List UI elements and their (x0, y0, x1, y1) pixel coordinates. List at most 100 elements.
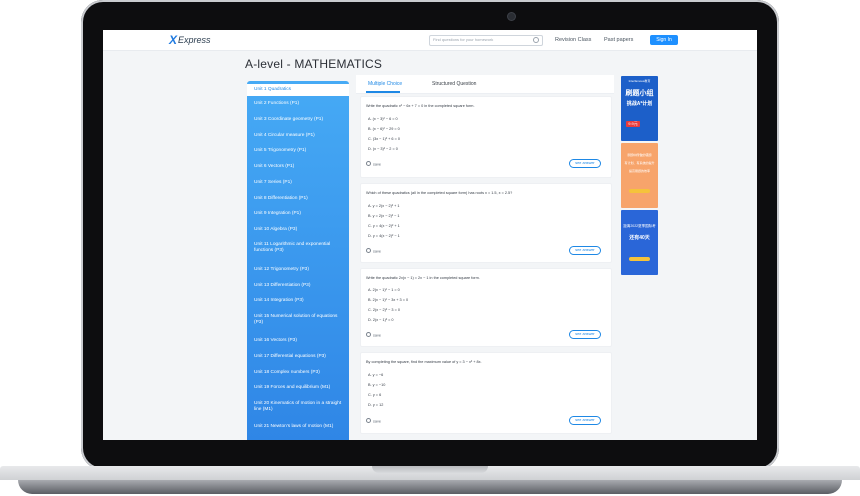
sign-in-button[interactable]: Sign In (650, 35, 678, 45)
see-answer-button[interactable]: see answer (569, 246, 601, 255)
sidebar-item-unit-11[interactable]: Unit 11 Logarithmic and exponential func… (247, 239, 349, 259)
question-type-tabs: Multiple Choice Structured Question (356, 75, 614, 94)
sidebar-item-label: Unit 13 Differentiation (P3) (254, 283, 311, 288)
see-answer-button[interactable]: see answer (569, 416, 601, 425)
save-button[interactable]: save (366, 161, 381, 167)
ad-line-3: 提高刷题的效率 (628, 169, 650, 173)
option-c[interactable]: C. y = 4(x − 2)² + 1 (368, 224, 400, 228)
nav-past-papers[interactable]: Past papers (604, 37, 633, 43)
option-c[interactable]: C. 2(x − 2)² − 3 = 0 (368, 308, 400, 312)
option-a[interactable]: A. y = 2(x − 2)² + 1 (368, 204, 400, 208)
sidebar-item-label: Unit 14 Integration (P3) (254, 298, 304, 303)
sidebar-item-unit-9[interactable]: Unit 9 Integration (P1) (247, 208, 349, 220)
save-icon (366, 248, 371, 253)
sidebar-item-unit-2[interactable]: Unit 2 Functions (P1) (247, 98, 349, 110)
question-text: By completing the square, find the maxim… (366, 360, 482, 364)
ad-headline: 刷题小组 (625, 90, 654, 97)
top-navbar: X Express Find questions for your homewo… (103, 30, 757, 51)
sidebar-item-unit-7[interactable]: Unit 7 Series (P1) (247, 177, 349, 189)
sidebar-item-label: Unit 7 Series (P1) (254, 180, 292, 185)
sidebar-item-label: Unit 2 Functions (P1) (254, 101, 300, 106)
sidebar-item-unit-21[interactable]: Unit 21 Newton's laws of motion (M1) (247, 421, 349, 440)
browser-screen: X Express Find questions for your homewo… (103, 30, 757, 440)
sidebar-item-unit-14[interactable]: Unit 14 Integration (P3) (247, 295, 349, 307)
option-a[interactable]: A. (x − 3)² − 6 = 0 (368, 117, 398, 121)
sidebar-item-unit-18[interactable]: Unit 18 Complex numbers (P3) (247, 367, 349, 379)
logo-text: Express (178, 35, 211, 45)
save-label: save (373, 249, 382, 254)
search-icon[interactable] (533, 37, 539, 43)
question-card: Write the quadratic x² − 6x + 7 = 0 in t… (360, 96, 612, 178)
sidebar-item-unit-5[interactable]: Unit 5 Trigonometry (P1) (247, 145, 349, 157)
tab-structured-question[interactable]: Structured Question (432, 81, 476, 87)
option-d[interactable]: D. 2(x − 1)² = 0 (368, 318, 394, 322)
see-answer-button[interactable]: see answer (569, 330, 601, 339)
sidebar-item-unit-3[interactable]: Unit 3 Coordinate geometry (P1) (247, 114, 349, 126)
sidebar-item-unit-20[interactable]: Unit 20 Kinematics of motion in a straig… (247, 398, 349, 418)
sidebar-item-unit-4[interactable]: Unit 4 Circular measure (P1) (247, 130, 349, 142)
ad-line-2: 还有40天 (629, 235, 650, 241)
ad-banner-error-review[interactable]: 刷题中所做的错题 有计划、有系统的提升 提高刷题的效率 (621, 143, 658, 208)
search-input[interactable]: Find questions for your homework (429, 35, 543, 46)
sidebar-item-unit-15[interactable]: Unit 15 Numerical solution of equations … (247, 311, 349, 331)
sidebar-item-unit-19[interactable]: Unit 19 Forces and equilibrium (M1) (247, 382, 349, 394)
page-title: A-level - MATHEMATICS (245, 57, 383, 71)
sidebar-item-label: Unit 15 Numerical solution of equations … (254, 314, 338, 326)
nav-revision-class[interactable]: Revision Class (555, 37, 591, 43)
sidebar-item-unit-16[interactable]: Unit 16 Vectors (P3) (247, 335, 349, 347)
laptop-base-top (0, 466, 860, 480)
webcam-icon (508, 13, 515, 20)
option-c[interactable]: C. y = 6 (368, 393, 381, 397)
laptop-base-bottom (18, 480, 842, 494)
option-d[interactable]: D. y = 4(x − 2)² − 1 (368, 234, 400, 238)
see-answer-button[interactable]: see answer (569, 159, 601, 168)
option-d[interactable]: D. y = 12 (368, 403, 383, 407)
option-b[interactable]: B. (x − 6)² − 29 = 0 (368, 127, 400, 131)
save-icon (366, 418, 371, 423)
logo-mark: X (169, 33, 178, 47)
option-b[interactable]: B. y = −10 (368, 383, 385, 387)
save-button[interactable]: save (366, 248, 381, 254)
sidebar-item-label: Unit 6 Vectors (P1) (254, 164, 295, 169)
sidebar-item-unit-13[interactable]: Unit 13 Differentiation (P3) (247, 280, 349, 292)
ad-banner-exam-countdown[interactable]: 距离2022夏季国际考 还有40天 (621, 210, 658, 275)
option-b[interactable]: B. y = 2(x − 2)² − 1 (368, 214, 400, 218)
ad-line-1: 距离2022夏季国际考 (623, 224, 656, 228)
ad-cta (629, 189, 650, 193)
option-d[interactable]: D. (x − 3)² − 2 = 0 (368, 147, 398, 151)
sidebar-item-label: Unit 1 Quadratics (254, 87, 292, 92)
sidebar-item-label: Unit 12 Trigonometry (P3) (254, 267, 309, 272)
ad-banner-practice-group[interactable]: Interfamous教育 刷题小组 挑战A*计划 9.9元 (621, 76, 658, 141)
sidebar-item-unit-1[interactable]: Unit 1 Quadratics (247, 84, 349, 96)
sidebar-item-unit-8[interactable]: Unit 8 Differentiation (P1) (247, 193, 349, 205)
save-button[interactable]: save (366, 418, 381, 424)
option-a[interactable]: A. 2(x − 1)² − 1 = 0 (368, 288, 400, 292)
sidebar-item-label: Unit 18 Complex numbers (P3) (254, 370, 320, 375)
ad-price: 9.9元 (626, 121, 640, 127)
save-label: save (373, 419, 382, 424)
sidebar-item-unit-6[interactable]: Unit 6 Vectors (P1) (247, 161, 349, 173)
sidebar-item-label: Unit 21 Newton's laws of motion (M1) (254, 424, 334, 429)
tab-multiple-choice[interactable]: Multiple Choice (368, 81, 402, 87)
question-card: By completing the square, find the maxim… (360, 352, 612, 434)
question-card: Which of these quadratics (all in the co… (360, 183, 612, 263)
sidebar-item-label: Unit 8 Differentiation (P1) (254, 196, 308, 201)
sidebar-item-unit-17[interactable]: Unit 17 Differential equations (P3) (247, 351, 349, 363)
question-panel: Multiple Choice Structured Question Writ… (356, 75, 614, 440)
save-button[interactable]: save (366, 332, 381, 338)
option-b[interactable]: B. 2(x − 1)² − 3x + 3 = 0 (368, 298, 408, 302)
ad-line-1: 刷题中所做的错题 (627, 153, 652, 157)
option-a[interactable]: A. y = −6 (368, 373, 383, 377)
laptop-notch (372, 466, 488, 473)
logo[interactable]: X Express (169, 34, 211, 46)
sidebar-item-unit-12[interactable]: Unit 12 Trigonometry (P3) (247, 264, 349, 276)
sidebar-item-label: Unit 10 Algebra (P3) (254, 227, 298, 232)
save-icon (366, 332, 371, 337)
sidebar-item-unit-10[interactable]: Unit 10 Algebra (P3) (247, 224, 349, 236)
option-c[interactable]: C. (3x − 1)² + 6 = 0 (368, 137, 400, 141)
question-text: Which of these quadratics (all in the co… (366, 191, 513, 195)
sidebar-item-label: Unit 19 Forces and equilibrium (M1) (254, 385, 331, 390)
sidebar-item-label: Unit 17 Differential equations (P3) (254, 354, 326, 359)
ad-cta (629, 257, 650, 261)
ad-line-2: 有计划、有系统的提升 (624, 161, 655, 165)
